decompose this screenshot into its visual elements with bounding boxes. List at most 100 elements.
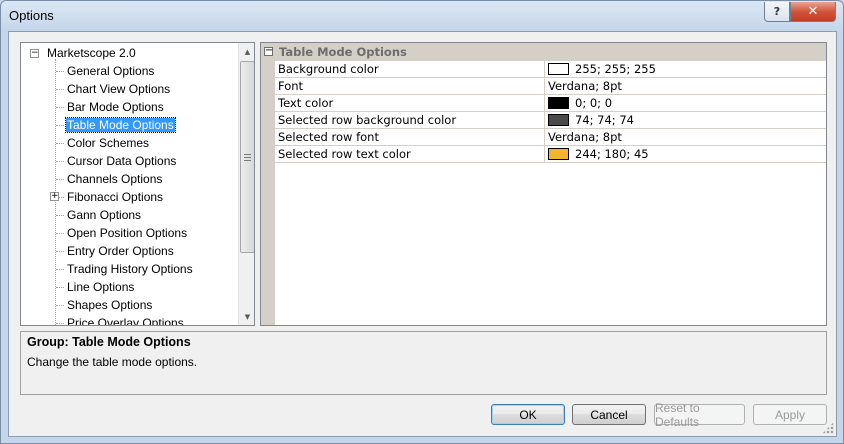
grid-property-row[interactable]: Selected row font Verdana; 8pt <box>275 129 826 146</box>
tree-item[interactable]: Trading History Options <box>66 260 194 278</box>
apply-button[interactable]: Apply <box>753 404 827 425</box>
tree-guide-branch <box>56 125 64 126</box>
property-value: Verdana; 8pt <box>548 130 622 144</box>
property-name: Selected row font <box>275 129 545 145</box>
tree-guide-branch <box>56 251 64 252</box>
options-tree[interactable]: − Marketscope 2.0 General Options Chart V… <box>20 42 255 326</box>
scroll-thumb[interactable] <box>240 61 254 253</box>
expand-node-icon[interactable]: + <box>50 192 59 201</box>
tree-guide-branch <box>56 233 64 234</box>
tree-guide-branch <box>56 71 64 72</box>
tree-item[interactable]: Shapes Options <box>66 296 153 314</box>
tree-item-label: Cursor Data Options <box>67 154 177 168</box>
tree-item[interactable]: Gann Options <box>66 206 142 224</box>
tree-guide-branch <box>56 215 64 216</box>
property-value: 255; 255; 255 <box>575 62 656 76</box>
property-value-cell[interactable]: 244; 180; 45 <box>546 146 826 162</box>
collapse-glyph: − <box>31 48 39 58</box>
description-panel: Group: Table Mode Options Change the tab… <box>20 331 827 395</box>
grid-property-row[interactable]: Selected row background color 74; 74; 74 <box>275 112 826 129</box>
color-swatch <box>548 148 569 160</box>
help-button[interactable]: ? <box>764 2 790 22</box>
tree-root-label: Marketscope 2.0 <box>47 46 136 60</box>
options-dialog: Options ? ✕ − Marketscope 2.0 General Op… <box>0 0 844 444</box>
reset-to-defaults-button[interactable]: Reset to Defaults <box>654 401 745 429</box>
property-name: Selected row background color <box>275 112 545 128</box>
property-value: Verdana; 8pt <box>548 79 622 93</box>
description-text: Change the table mode options. <box>27 355 198 369</box>
property-value-cell[interactable]: 255; 255; 255 <box>546 61 826 77</box>
property-name: Background color <box>275 61 545 77</box>
tree-guide-branch <box>56 323 64 324</box>
collapse-root-icon[interactable]: − <box>30 49 39 58</box>
tree-item[interactable]: Table Mode Options <box>65 116 176 134</box>
property-grid[interactable]: − Table Mode Options Background color 255… <box>260 42 827 326</box>
tree-item-label: Shapes Options <box>67 298 153 312</box>
tree-item[interactable]: General Options <box>66 62 155 80</box>
tree-item[interactable]: Entry Order Options <box>66 242 175 260</box>
tree-item-label: Chart View Options <box>67 82 171 96</box>
tree-guide-branch <box>56 161 64 162</box>
property-value: 74; 74; 74 <box>575 113 634 127</box>
grid-property-row[interactable]: Font Verdana; 8pt <box>275 78 826 95</box>
tree-item-label: Table Mode Options <box>65 117 176 133</box>
property-value-cell[interactable]: 0; 0; 0 <box>546 95 826 111</box>
tree-guide-branch <box>56 287 64 288</box>
tree-item[interactable]: Bar Mode Options <box>66 98 165 116</box>
scroll-grip-icon <box>244 154 251 161</box>
tree-item-label: Channels Options <box>67 172 163 186</box>
property-name: Text color <box>275 95 545 111</box>
window-title: Options <box>9 8 54 23</box>
color-swatch <box>548 114 569 126</box>
category-toggle-glyph: − <box>265 45 274 56</box>
tree-item-label: Color Schemes <box>67 136 150 150</box>
description-title: Group: Table Mode Options <box>27 335 191 349</box>
tree-guide-branch <box>56 179 64 180</box>
property-value: 244; 180; 45 <box>575 147 649 161</box>
expand-glyph: + <box>51 191 59 201</box>
tree-item-label: Price Overlay Options <box>67 316 184 326</box>
tree-item-label: Open Position Options <box>67 226 188 240</box>
tree-item[interactable]: Color Schemes <box>66 134 150 152</box>
tree-item[interactable]: Cursor Data Options <box>66 152 177 170</box>
category-label: Table Mode Options <box>279 45 407 59</box>
tree-item[interactable]: Open Position Options <box>66 224 188 242</box>
tree-item[interactable]: Fibonacci Options <box>66 188 164 206</box>
close-icon: ✕ <box>807 4 819 19</box>
ok-button[interactable]: OK <box>491 404 565 425</box>
dialog-client-area: − Marketscope 2.0 General Options Chart V… <box>8 31 837 437</box>
color-swatch <box>548 63 569 75</box>
cancel-button[interactable]: Cancel <box>572 404 646 425</box>
tree-item[interactable]: Price Overlay Options <box>66 314 185 326</box>
help-icon: ? <box>773 5 781 18</box>
property-value-cell[interactable]: 74; 74; 74 <box>546 112 826 128</box>
close-button[interactable]: ✕ <box>790 2 836 22</box>
tree-item-label: Gann Options <box>67 208 142 222</box>
grid-property-row[interactable]: Background color 255; 255; 255 <box>275 61 826 78</box>
tree-item-label: Line Options <box>67 280 135 294</box>
collapse-category-icon[interactable]: − <box>264 45 274 56</box>
tree-item[interactable]: Chart View Options <box>66 80 171 98</box>
tree-item-label: Entry Order Options <box>67 244 174 258</box>
property-value-cell[interactable]: Verdana; 8pt <box>546 129 826 145</box>
grid-property-row[interactable]: Selected row text color 244; 180; 45 <box>275 146 826 163</box>
property-value-cell[interactable]: Verdana; 8pt <box>546 78 826 94</box>
tree-guide-branch <box>56 305 64 306</box>
scroll-down-arrow-icon[interactable]: ▼ <box>239 308 254 325</box>
tree-item-label: Bar Mode Options <box>67 100 164 114</box>
tree-guide-branch <box>56 269 64 270</box>
tree-guide-branch <box>56 107 64 108</box>
property-name: Selected row text color <box>275 146 545 162</box>
title-bar[interactable]: Options ? ✕ <box>1 1 843 31</box>
tree-item-label: General Options <box>67 64 155 78</box>
tree-guide-branch <box>56 143 64 144</box>
tree-vertical-scrollbar[interactable]: ▲ ▼ <box>238 43 254 325</box>
tree-root-marketscope[interactable]: Marketscope 2.0 <box>47 44 136 62</box>
tree-item[interactable]: Line Options <box>66 278 135 296</box>
grid-category-table-mode[interactable]: − Table Mode Options <box>261 43 826 61</box>
tree-item[interactable]: Channels Options <box>66 170 163 188</box>
property-name: Font <box>275 78 545 94</box>
scroll-up-arrow-icon[interactable]: ▲ <box>239 43 254 60</box>
grid-left-margin <box>261 43 275 325</box>
grid-property-row[interactable]: Text color 0; 0; 0 <box>275 95 826 112</box>
